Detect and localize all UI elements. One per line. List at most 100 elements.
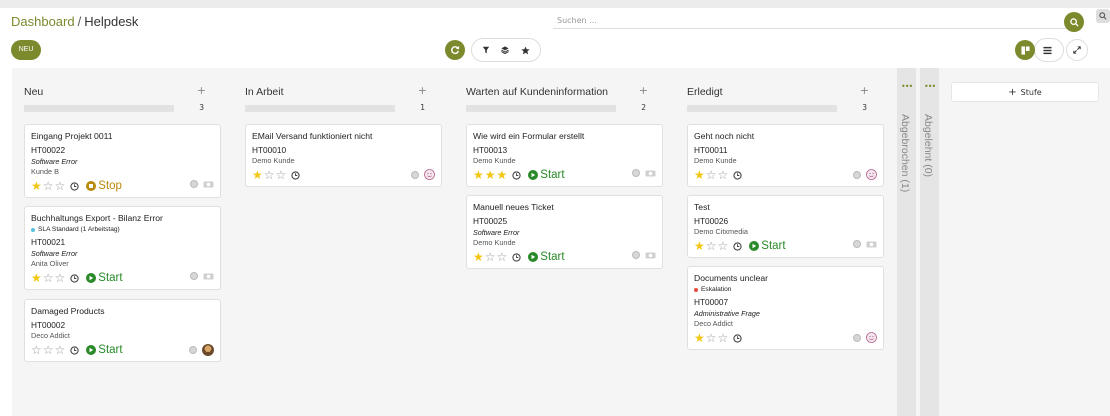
status-dot-icon[interactable] xyxy=(190,180,198,188)
status-dot-icon[interactable] xyxy=(189,346,197,354)
column-add-button[interactable]: + xyxy=(418,84,427,97)
priority-star-icon[interactable]: ☆ xyxy=(55,180,66,192)
ticket-card[interactable]: Wie wird ein Formular erstellt HT00013 D… xyxy=(466,124,663,187)
magnifier-corner-button[interactable] xyxy=(1096,9,1110,23)
folded-column-label: Abgelehnt (0) xyxy=(922,114,934,178)
column-title[interactable]: Warten auf Kundeninformation xyxy=(466,86,608,98)
status-dot-icon[interactable] xyxy=(632,251,640,259)
card-status-group xyxy=(853,169,877,180)
priority-star-icon[interactable]: ☆ xyxy=(706,240,717,252)
refresh-button[interactable] xyxy=(445,40,465,60)
priority-star-icon[interactable]: ☆ xyxy=(485,251,496,263)
column-menu-icon[interactable]: ••• xyxy=(924,82,936,91)
ticket-type: Software Error xyxy=(473,228,520,237)
ticket-card[interactable]: EMail Versand funktioniert nicht HT00010… xyxy=(245,124,442,187)
priority-star-icon[interactable]: ★ xyxy=(31,180,42,192)
search-icon xyxy=(1099,12,1107,20)
priority-star-icon[interactable]: ★ xyxy=(31,272,42,284)
column-title[interactable]: Erledigt xyxy=(687,86,723,98)
priority-star-icon[interactable]: ☆ xyxy=(264,169,275,181)
status-dot-icon[interactable] xyxy=(411,170,419,179)
tag-dot-icon xyxy=(694,287,698,292)
avatar-placeholder-icon[interactable] xyxy=(424,169,435,180)
search-icon xyxy=(1069,17,1079,27)
add-stage-button[interactable]: + Stufe xyxy=(951,82,1099,102)
ticket-card[interactable]: Geht noch nicht HT00011 Demo Kunde ★ ☆ ☆ xyxy=(687,124,884,187)
avatar[interactable] xyxy=(202,344,214,356)
priority-star-icon[interactable]: ☆ xyxy=(718,332,729,344)
new-button[interactable]: NEU xyxy=(11,40,41,60)
priority-star-icon[interactable]: ★ xyxy=(473,251,484,263)
column-add-button[interactable]: + xyxy=(639,84,648,97)
search-input[interactable]: Suchen ... xyxy=(553,13,1073,29)
status-dot-icon[interactable] xyxy=(853,170,861,179)
priority-star-icon[interactable]: ☆ xyxy=(718,169,729,181)
filter-icon[interactable] xyxy=(482,46,490,54)
priority-star-icon[interactable]: ☆ xyxy=(718,240,729,252)
priority-star-icon[interactable]: ★ xyxy=(485,169,496,181)
start-timer-button[interactable]: Start xyxy=(749,240,786,252)
priority-star-icon[interactable]: ★ xyxy=(694,169,705,181)
card-footer: ★ ☆ ☆ Stop xyxy=(31,179,214,193)
clock-icon xyxy=(70,345,79,355)
column-title[interactable]: In Arbeit xyxy=(245,86,284,98)
priority-star-icon[interactable]: ☆ xyxy=(497,251,508,263)
start-timer-button[interactable]: Start xyxy=(86,272,123,284)
breadcrumb-dashboard-link[interactable]: Dashboard xyxy=(11,14,75,29)
stop-timer-button[interactable]: Stop xyxy=(86,180,122,192)
ticket-tag: Eskalation xyxy=(694,286,877,293)
ticket-card[interactable]: Buchhaltungs Export - Bilanz Error SLA S… xyxy=(24,206,221,290)
group-by-icon[interactable] xyxy=(501,46,510,54)
fullscreen-button[interactable] xyxy=(1066,39,1088,61)
folded-column-abgebrochen[interactable]: ••• Abgebrochen (1) xyxy=(897,68,916,416)
start-timer-button[interactable]: Start xyxy=(528,251,565,263)
favorites-star-icon[interactable] xyxy=(521,45,530,55)
tag-label: Eskalation xyxy=(701,286,732,293)
priority-star-icon[interactable]: ☆ xyxy=(276,169,287,181)
priority-star-icon[interactable]: ★ xyxy=(497,169,508,181)
search-button[interactable] xyxy=(1064,12,1084,32)
priority-star-icon[interactable]: ☆ xyxy=(43,344,54,356)
priority-star-icon[interactable]: ★ xyxy=(252,169,263,181)
column-add-button[interactable]: + xyxy=(860,84,869,97)
list-view-button[interactable] xyxy=(1037,40,1057,60)
priority-star-icon[interactable]: ☆ xyxy=(55,344,66,356)
priority-star-icon[interactable]: ☆ xyxy=(706,332,717,344)
priority-star-icon[interactable]: ☆ xyxy=(31,344,42,356)
ticket-title: Test xyxy=(694,202,710,212)
column-count: 1 xyxy=(420,103,425,112)
camera-icon xyxy=(645,252,656,259)
start-timer-button[interactable]: Start xyxy=(86,344,123,356)
priority-star-icon[interactable]: ★ xyxy=(694,240,705,252)
status-dot-icon[interactable] xyxy=(853,333,861,342)
ticket-card[interactable]: Damaged Products HT00002 Deco Addict ☆ ☆ ☆… xyxy=(24,299,221,362)
avatar-placeholder-icon[interactable] xyxy=(866,332,877,343)
status-dot-icon[interactable] xyxy=(632,169,640,177)
avatar-placeholder-icon[interactable] xyxy=(866,169,877,180)
priority-star-icon[interactable]: ☆ xyxy=(706,169,717,181)
kanban-view-button[interactable] xyxy=(1015,40,1035,60)
priority-star-icon[interactable]: ★ xyxy=(694,332,705,344)
priority-star-icon[interactable]: ☆ xyxy=(55,272,66,284)
camera-icon xyxy=(645,170,656,177)
start-timer-button[interactable]: Start xyxy=(528,169,565,181)
ticket-card[interactable]: Documents unclear Eskalation HT00007 Adm… xyxy=(687,266,884,350)
ticket-card[interactable]: Test HT00026 Demo Citxmedia ★ ☆ ☆ Start xyxy=(687,195,884,258)
status-dot-icon[interactable] xyxy=(190,272,198,280)
ticket-card[interactable]: Manuell neues Ticket HT00025 Software Er… xyxy=(466,195,663,269)
board-left-margin xyxy=(0,68,12,416)
clock-icon xyxy=(291,170,300,180)
status-dot-icon[interactable] xyxy=(853,240,861,248)
clock-icon xyxy=(512,252,521,262)
clock-icon xyxy=(512,170,521,180)
list-icon xyxy=(1042,46,1052,54)
column-add-button[interactable]: + xyxy=(197,84,206,97)
column-title[interactable]: Neu xyxy=(24,86,43,98)
ticket-card[interactable]: Eingang Projekt 0011 HT00022 Software Er… xyxy=(24,124,221,198)
priority-star-icon[interactable]: ☆ xyxy=(43,272,54,284)
column-progress-bar xyxy=(245,105,395,112)
column-menu-icon[interactable]: ••• xyxy=(901,82,913,91)
folded-column-abgelehnt[interactable]: ••• Abgelehnt (0) xyxy=(920,68,939,416)
priority-star-icon[interactable]: ★ xyxy=(473,169,484,181)
priority-star-icon[interactable]: ☆ xyxy=(43,180,54,192)
